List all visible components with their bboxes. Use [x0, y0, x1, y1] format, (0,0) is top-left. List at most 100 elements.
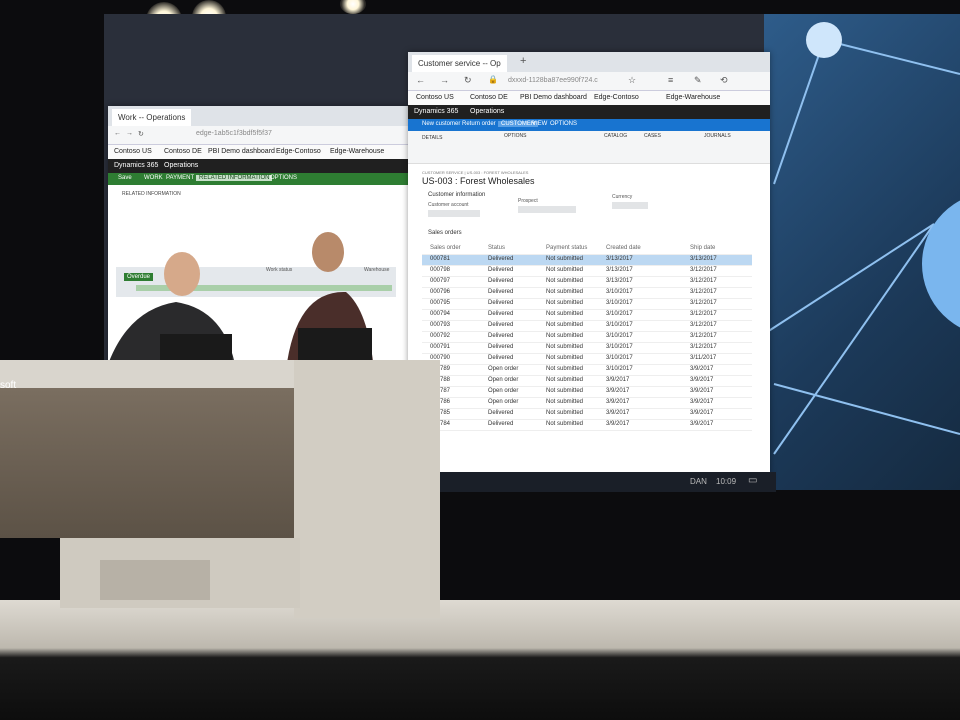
fav-link[interactable]: Edge-Contoso	[594, 94, 639, 101]
column-header[interactable]: Status	[488, 245, 505, 251]
table-cell: Not submitted	[546, 300, 584, 306]
table-row[interactable]: 000785 Delivered Not submitted 3/9/2017 3/9/…	[422, 409, 752, 420]
table-row[interactable]: 000781 Delivered Not submitted 3/13/2017 3/1…	[422, 255, 752, 266]
network-graphic	[763, 14, 960, 490]
app-bar: Dynamics 365 Operations	[108, 159, 408, 173]
grid-header-row: Sales order Status Payment status Create…	[422, 244, 752, 255]
column-header[interactable]: Payment status	[546, 245, 587, 251]
table-cell: 3/12/2017	[690, 267, 717, 273]
table-row[interactable]: 000788 Open order Not submitted 3/9/2017 3/9…	[422, 376, 752, 387]
column-header[interactable]: Sales order	[430, 245, 461, 251]
language-indicator[interactable]: DAN	[690, 477, 707, 486]
tab-options[interactable]: OPTIONS	[550, 121, 577, 127]
tab-payment[interactable]: PAYMENT	[166, 175, 194, 181]
tab-related-information[interactable]: RELATED INFORMATION	[196, 175, 273, 181]
table-cell: 3/9/2017	[606, 399, 630, 405]
tab-title: Customer service -- Op	[418, 59, 501, 68]
back-icon[interactable]: ←	[416, 75, 425, 85]
tab-options[interactable]: OPTIONS	[270, 175, 297, 181]
back-icon[interactable]: ←	[114, 130, 121, 137]
table-row[interactable]: 000797 Delivered Not submitted 3/13/2017 3/1…	[422, 277, 752, 288]
ribbon-groups: DETAILS OPTIONS CATALOG CASES JOURNALS	[408, 131, 770, 164]
table-row[interactable]: 000791 Delivered Not submitted 3/10/2017 3/1…	[422, 343, 752, 354]
table-cell: 3/13/2017	[606, 267, 633, 273]
fav-link[interactable]: Edge-Warehouse	[330, 148, 384, 155]
table-row[interactable]: 000794 Delivered Not submitted 3/10/2017 3/1…	[422, 310, 752, 321]
app-name[interactable]: Dynamics 365	[414, 108, 458, 115]
fav-link[interactable]: PBI Demo dashboard	[208, 148, 275, 155]
hub-icon[interactable]: ≡	[668, 75, 673, 85]
table-cell: Delivered	[488, 300, 514, 306]
table-cell: Delivered	[488, 311, 514, 317]
field-label: Customer account	[428, 202, 469, 208]
share-icon[interactable]: ⟲	[720, 75, 728, 86]
address-bar[interactable]: ← → ↻ edge-1ab5c1f3bdf5f5f37	[108, 126, 408, 145]
clock[interactable]: 10:09	[716, 477, 736, 486]
table-row[interactable]: 000784 Delivered Not submitted 3/9/2017 3/9/…	[422, 420, 752, 431]
table-cell: Not submitted	[546, 410, 584, 416]
notification-icon[interactable]: ▭	[748, 475, 757, 486]
table-row[interactable]: 000792 Delivered Not submitted 3/10/2017 3/1…	[422, 332, 752, 343]
table-row[interactable]: 000787 Open order Not submitted 3/9/2017 3/9…	[422, 387, 752, 398]
fav-link[interactable]: Contoso US	[114, 148, 152, 155]
tab-title: Work -- Operations	[118, 113, 186, 122]
save-button[interactable]: Save	[118, 175, 132, 181]
sales-orders-header[interactable]: Sales orders	[428, 230, 462, 236]
fav-link[interactable]: Edge-Warehouse	[666, 94, 720, 101]
table-cell: 3/10/2017	[606, 311, 633, 317]
table-cell: 3/9/2017	[690, 388, 714, 394]
forward-icon[interactable]: →	[440, 75, 449, 85]
table-row[interactable]: 000786 Open order Not submitted 3/9/2017 3/9…	[422, 398, 752, 409]
module-name[interactable]: Operations	[164, 162, 198, 169]
tab-work[interactable]: WORK	[144, 175, 163, 181]
customer-account-field[interactable]	[428, 210, 480, 217]
browser-tab[interactable]: Work -- Operations	[112, 109, 192, 126]
table-cell: Not submitted	[546, 278, 584, 284]
table-cell: 000798	[430, 267, 451, 273]
app-name[interactable]: Dynamics 365	[114, 162, 158, 169]
table-row[interactable]: 000789 Open order Not submitted 3/10/2017 3/…	[422, 365, 752, 376]
column-header[interactable]: Created date	[606, 245, 641, 251]
tab-view[interactable]: VIEW	[532, 121, 547, 127]
note-icon[interactable]: ✎	[694, 75, 702, 86]
table-row[interactable]: 000798 Delivered Not submitted 3/13/2017 3/1…	[422, 266, 752, 277]
refresh-icon[interactable]: ↻	[464, 75, 472, 86]
prospect-field[interactable]	[518, 206, 576, 213]
table-cell: 3/9/2017	[606, 377, 630, 383]
app-bar: Dynamics 365 Operations	[408, 105, 770, 119]
table-row[interactable]: 000793 Delivered Not submitted 3/10/2017 3/1…	[422, 321, 752, 332]
table-cell: Delivered	[488, 344, 514, 350]
table-cell: 3/10/2017	[606, 355, 633, 361]
browser-tab[interactable]: Customer service -- Op	[412, 55, 507, 72]
network-lines-icon	[763, 22, 960, 455]
table-row[interactable]: 000790 Delivered Not submitted 3/10/2017 3/1…	[422, 354, 752, 365]
table-cell: Open order	[488, 388, 519, 394]
table-cell: Delivered	[488, 322, 514, 328]
module-name[interactable]: Operations	[470, 108, 504, 115]
return-order-button[interactable]: Return order	[462, 121, 496, 127]
desk-cutout	[100, 560, 210, 600]
address-bar[interactable]: ← → ↻ 🔒 dxxxd-1128ba87ee990f724.c ☆ ≡ ✎ …	[408, 72, 770, 91]
table-cell: 3/12/2017	[690, 300, 717, 306]
fav-link[interactable]: Edge-Contoso	[276, 148, 321, 155]
currency-field[interactable]	[612, 202, 648, 209]
table-cell: 000797	[430, 278, 451, 284]
fav-link[interactable]: Contoso DE	[164, 148, 202, 155]
presenter-desk: soft	[0, 360, 440, 618]
section-header[interactable]: Customer information	[428, 192, 485, 198]
favorite-star-icon[interactable]: ☆	[628, 75, 636, 86]
fav-link[interactable]: PBI Demo dashboard	[520, 94, 587, 101]
right-browser-window: Customer service -- Op + ← → ↻ 🔒 dxxxd-1…	[408, 52, 770, 484]
table-row[interactable]: 000796 Delivered Not submitted 3/10/2017 3/1…	[422, 288, 752, 299]
fav-link[interactable]: Contoso US	[416, 94, 454, 101]
column-header[interactable]: Ship date	[690, 245, 715, 251]
refresh-icon[interactable]: ↻	[138, 130, 144, 138]
customer-service-page: CUSTOMER SERVICE | US-003 : FOREST WHOLE…	[408, 164, 770, 464]
table-cell: Not submitted	[546, 256, 584, 262]
fav-link[interactable]: Contoso DE	[470, 94, 508, 101]
forward-icon[interactable]: →	[126, 130, 133, 137]
table-cell: 3/9/2017	[690, 399, 714, 405]
new-tab-icon[interactable]: +	[520, 55, 526, 67]
table-row[interactable]: 000795 Delivered Not submitted 3/10/2017 3/1…	[422, 299, 752, 310]
new-customer-button[interactable]: New customer	[422, 121, 460, 127]
